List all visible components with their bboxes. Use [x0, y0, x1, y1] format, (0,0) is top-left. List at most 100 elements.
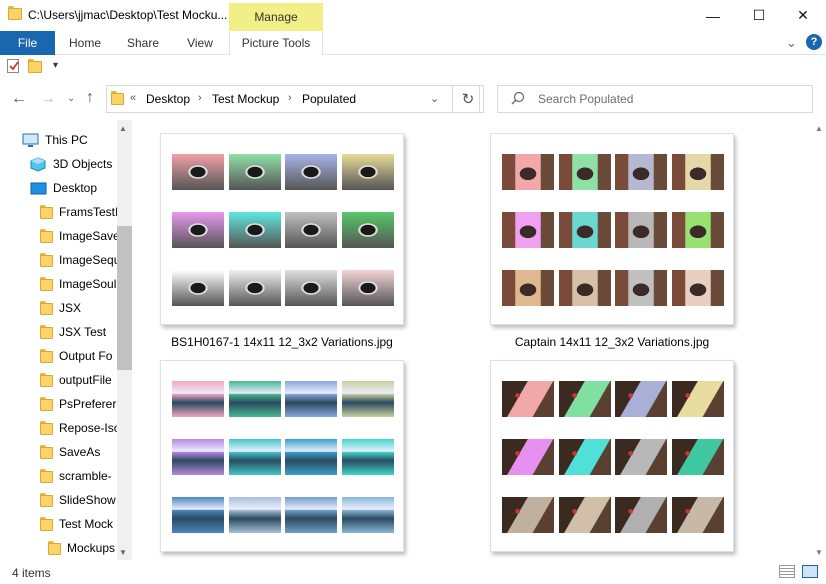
variation-image — [559, 270, 611, 306]
variation-image — [172, 381, 224, 417]
tab-view[interactable]: View — [176, 31, 224, 55]
sidebar-item[interactable]: Test Mock — [40, 512, 117, 536]
file-name-label[interactable]: BS1H0167-1 14x11 12_3x2 Variations.jpg — [160, 335, 404, 349]
ribbon-collapse-icon[interactable]: ⌄ — [786, 35, 797, 51]
variation-image — [559, 212, 611, 248]
sidebar-item[interactable]: Repose-Iso — [40, 416, 117, 440]
scroll-down-icon[interactable]: ▼ — [119, 548, 127, 557]
variation-image — [172, 497, 224, 533]
address-dropdown-icon[interactable]: ⌄ — [430, 92, 439, 105]
sidebar-item-label: FramsTestI — [59, 205, 117, 219]
details-view-icon[interactable] — [779, 565, 795, 578]
variation-image — [342, 497, 394, 533]
scroll-up-icon[interactable]: ▲ — [119, 124, 127, 133]
sidebar-item[interactable]: ImageSoul — [40, 272, 117, 296]
breadcrumb-test-mockup[interactable]: Test Mockup — [212, 92, 279, 106]
variation-image — [229, 497, 281, 533]
sidebar-item[interactable]: 3D Objects — [30, 152, 117, 176]
folder-icon — [40, 277, 53, 291]
sidebar-item[interactable]: PsPreferer — [40, 392, 117, 416]
variation-image — [672, 270, 724, 306]
sidebar-item-label: ImageSequ — [59, 253, 117, 267]
variation-image — [342, 154, 394, 190]
forward-arrow-icon[interactable]: → — [40, 90, 56, 108]
folder-icon — [40, 301, 53, 315]
navigation-pane: This PC 3D Objects Desktop FramsTestI ImageS… — [0, 120, 117, 562]
tab-share[interactable]: Share — [118, 31, 168, 55]
sidebar-item[interactable]: scramble- — [40, 464, 117, 488]
sidebar-item[interactable]: ImageSave — [40, 224, 117, 248]
variation-image — [342, 439, 394, 475]
folder-icon — [40, 421, 53, 435]
variation-image — [229, 439, 281, 475]
variation-image — [502, 381, 554, 417]
tab-picture-tools[interactable]: Picture Tools — [229, 31, 323, 55]
sidebar-item[interactable]: ImageSequ — [40, 248, 117, 272]
scrollbar-thumb[interactable] — [117, 226, 132, 370]
file-name-label[interactable]: Captain 14x11 12_3x2 Variations.jpg — [490, 335, 734, 349]
recent-locations-icon[interactable]: ⌄ — [67, 93, 75, 104]
tab-home[interactable]: Home — [60, 31, 110, 55]
folder-icon — [40, 229, 53, 243]
breadcrumb-desktop[interactable]: Desktop — [146, 92, 190, 106]
variation-image — [229, 381, 281, 417]
file-thumbnail[interactable] — [490, 133, 734, 325]
sidebar-item[interactable]: outputFile — [40, 368, 117, 392]
folder-icon — [40, 349, 53, 363]
variation-image — [172, 154, 224, 190]
new-folder-icon[interactable] — [28, 59, 42, 73]
sidebar-item[interactable]: This PC — [22, 128, 117, 152]
file-thumbnail[interactable] — [490, 360, 734, 552]
refresh-icon: ↻ — [461, 91, 475, 108]
minimize-button[interactable]: — — [690, 0, 736, 31]
variation-image — [342, 212, 394, 248]
scroll-down-icon[interactable]: ▼ — [815, 548, 823, 557]
file-tab[interactable]: File — [0, 31, 55, 55]
variation-image — [559, 439, 611, 475]
back-arrow-icon[interactable]: ← — [11, 90, 27, 108]
large-icons-view-icon[interactable] — [802, 565, 818, 578]
breadcrumb-populated[interactable]: Populated — [302, 92, 356, 106]
maximize-button[interactable]: ☐ — [736, 0, 782, 31]
scroll-up-icon[interactable]: ▲ — [815, 124, 823, 133]
sidebar-item-label: SaveAs — [59, 445, 101, 459]
sidebar-item[interactable]: FramsTestI — [40, 200, 117, 224]
variation-image — [229, 212, 281, 248]
file-view: BS1H0167-1 14x11 12_3x2 Variations.jpg Ca… — [132, 120, 814, 562]
file-thumbnail[interactable] — [160, 360, 404, 552]
properties-icon[interactable] — [7, 59, 19, 73]
sidebar-item[interactable]: SaveAs — [40, 440, 117, 464]
sidebar-item-label: ImageSave — [59, 229, 117, 243]
variation-image — [615, 212, 667, 248]
sidebar-item-label: Repose-Iso — [59, 421, 117, 435]
sidebar-item-label: SlideShow — [59, 493, 116, 507]
breadcrumb-chevron-icon[interactable]: › — [198, 92, 202, 104]
variation-image — [559, 154, 611, 190]
sidebar-item[interactable]: Desktop — [30, 176, 117, 200]
sidebar-item[interactable]: SlideShow — [40, 488, 117, 512]
variation-image — [172, 212, 224, 248]
breadcrumb-overflow[interactable]: « — [130, 92, 136, 104]
close-button[interactable]: ✕ — [780, 0, 826, 31]
variation-image — [172, 270, 224, 306]
sidebar-item[interactable]: JSX Test — [40, 320, 117, 344]
sidebar-item-label: 3D Objects — [53, 157, 113, 171]
folder-icon — [111, 91, 124, 105]
desktop-icon — [30, 182, 47, 194]
file-view-scrollbar[interactable] — [814, 120, 826, 560]
variation-image — [559, 497, 611, 533]
sidebar-item-label: Output Fo — [59, 349, 113, 363]
sidebar-item[interactable]: JSX — [40, 296, 117, 320]
breadcrumb-chevron-icon[interactable]: › — [288, 92, 292, 104]
variation-image — [342, 270, 394, 306]
sidebar-item-label: JSX Test — [59, 325, 107, 339]
file-thumbnail[interactable] — [160, 133, 404, 325]
help-icon[interactable]: ? — [806, 34, 822, 50]
sidebar-item-label: JSX — [59, 301, 82, 315]
refresh-button[interactable]: ↻ — [452, 85, 484, 113]
folder-icon — [40, 517, 53, 531]
up-arrow-icon[interactable]: ↑ — [86, 89, 94, 107]
qat-dropdown-icon[interactable]: ▾ — [53, 60, 58, 71]
sidebar-item[interactable]: Mockups — [48, 536, 117, 560]
sidebar-item[interactable]: Output Fo — [40, 344, 117, 368]
